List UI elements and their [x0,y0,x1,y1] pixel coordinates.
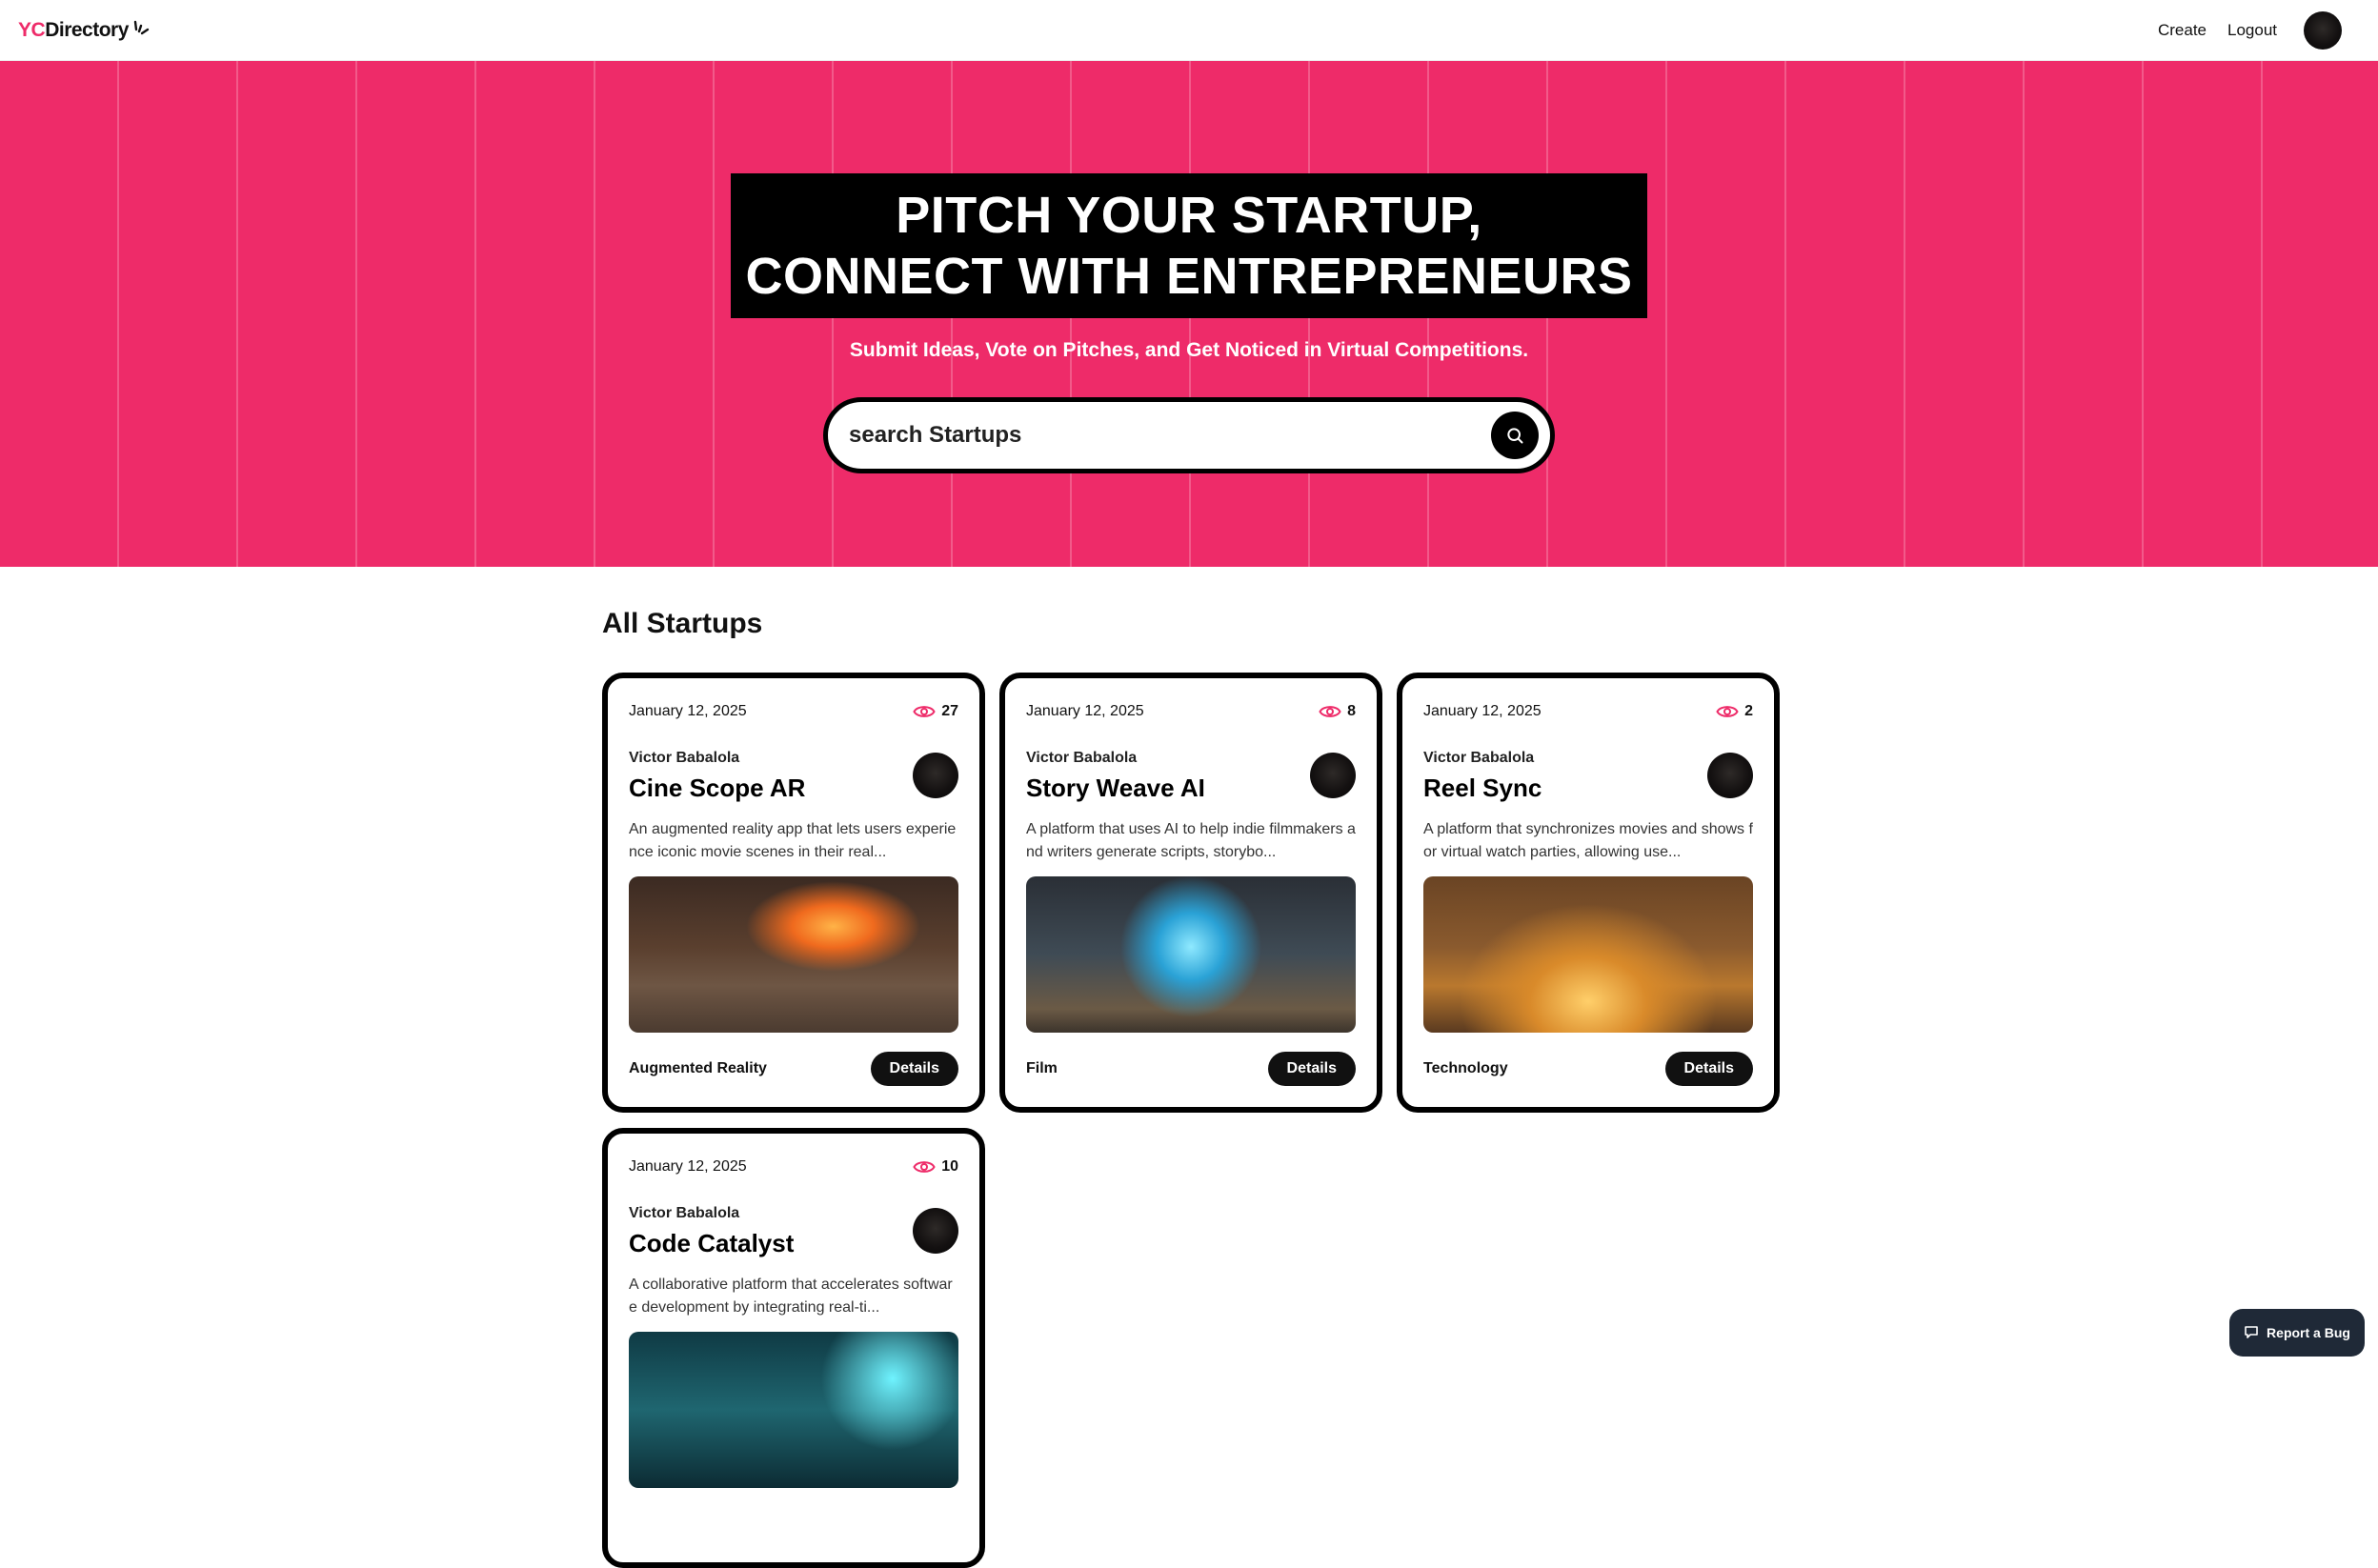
startup-card: January 12, 2025 8 Victor Babalola Story… [999,673,1382,1113]
details-button[interactable]: Details [1664,1052,1753,1086]
card-views: 2 [1716,703,1753,720]
card-date: January 12, 2025 [629,703,747,719]
logo-spark-icon [133,20,150,34]
card-image[interactable] [629,1332,958,1488]
bug-report-icon [2245,1326,2258,1338]
card-description: An augmented reality app that lets users… [629,821,957,860]
card-category[interactable]: Film [1026,1060,1058,1077]
user-avatar[interactable] [2304,10,2342,50]
eye-icon [1319,706,1341,717]
card-views: 10 [913,1158,958,1176]
logout-link[interactable]: Logout [2227,21,2277,40]
card-description: A collaborative platform that accelerate… [629,1277,953,1316]
author-avatar[interactable] [1707,753,1753,798]
search-button[interactable] [1491,412,1539,459]
card-category[interactable]: Augmented Reality [629,1060,767,1077]
card-title[interactable]: Story Weave AI [1026,774,1205,803]
eye-icon [913,1161,936,1173]
card-title[interactable]: Code Catalyst [629,1229,794,1258]
card-views-count: 2 [1744,703,1753,719]
details-button[interactable]: Details [1267,1052,1356,1086]
hero-heading: Pitch Your Startup, Connect With Entrepr… [731,173,1647,318]
card-image[interactable] [629,876,958,1033]
card-category[interactable]: Technology [1423,1060,1508,1077]
report-bug-button[interactable]: Report a Bug [2229,1309,2365,1357]
card-author[interactable]: Victor Babalola [1423,750,1534,767]
hero-heading-line2: Connect With Entrepreneurs [745,248,1633,305]
card-views: 8 [1319,703,1356,720]
hero-section: Pitch Your Startup, Connect With Entrepr… [0,61,2378,567]
navbar: YC Directory Create Logout [0,0,2378,61]
startup-card: January 12, 2025 10 Victor Babalola Code… [602,1128,985,1568]
startup-card: January 12, 2025 2 Victor Babalola Reel … [1397,673,1780,1113]
card-title[interactable]: Reel Sync [1423,774,1542,803]
hero-heading-line1: Pitch Your Startup, [896,187,1482,244]
card-views-count: 8 [1347,703,1356,719]
card-description: A platform that synchronizes movies and … [1423,821,1753,860]
report-bug-label: Report a Bug [2267,1325,2350,1340]
card-views-count: 27 [941,703,958,719]
startup-card: January 12, 2025 27 Victor Babalola Cine… [602,673,985,1113]
card-author[interactable]: Victor Babalola [1026,750,1137,767]
create-link[interactable]: Create [2158,21,2207,40]
card-date: January 12, 2025 [629,1158,747,1175]
eye-icon [913,706,936,717]
search-icon [1507,428,1523,444]
search-input[interactable] [849,422,1491,449]
nav-links: Create Logout [2158,10,2342,50]
details-button[interactable]: Details [870,1052,958,1086]
author-avatar[interactable] [1310,753,1356,798]
card-date: January 12, 2025 [1026,703,1144,719]
card-author[interactable]: Victor Babalola [629,750,739,767]
hero-subheading: Submit Ideas, Vote on Pitches, and Get N… [849,339,1529,361]
card-image[interactable] [1423,876,1753,1033]
card-views-count: 10 [941,1158,958,1175]
section-title: All Startups [602,608,763,639]
eye-icon [1716,706,1739,717]
card-date: January 12, 2025 [1423,703,1542,719]
search-form [823,397,1555,473]
site-logo[interactable]: YC Directory [18,19,151,42]
author-avatar[interactable] [913,1208,958,1254]
author-avatar[interactable] [913,753,958,798]
card-views: 27 [913,703,958,720]
card-description: A platform that uses AI to help indie fi… [1026,821,1356,860]
card-author[interactable]: Victor Babalola [629,1205,739,1222]
card-image[interactable] [1026,876,1356,1033]
card-title[interactable]: Cine Scope AR [629,774,805,803]
